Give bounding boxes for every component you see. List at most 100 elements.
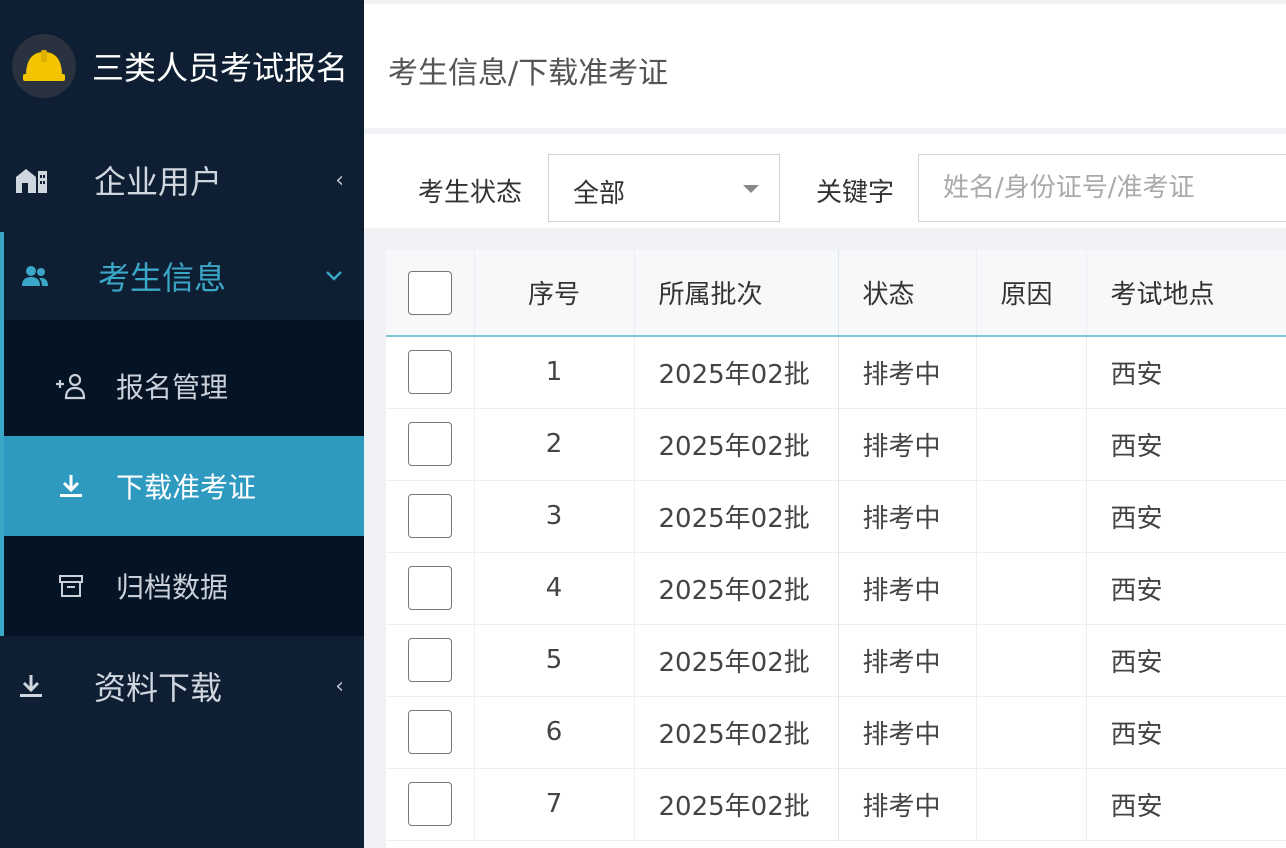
place-cell: 西安	[1085, 336, 1286, 408]
place-cell: 西安	[1085, 408, 1286, 480]
chevron-left-icon: ‹	[335, 167, 344, 193]
page-header: 考生信息/下载准考证	[364, 4, 1286, 128]
app-title: 三类人员考试报名	[92, 49, 349, 87]
header-checkbox-cell	[386, 250, 474, 336]
sidebar-item-label: 资料下载	[94, 669, 223, 707]
batch-cell: 2025年02批	[633, 480, 838, 552]
status-cell: 排考中	[837, 768, 976, 840]
reason-cell	[975, 624, 1086, 696]
checkbox-cell	[386, 408, 474, 480]
download-icon	[54, 469, 88, 503]
submenu-item-registration[interactable]: 报名管理	[4, 336, 364, 436]
users-icon	[18, 259, 52, 293]
caret-down-icon	[743, 185, 759, 193]
status-select[interactable]: 全部	[548, 154, 780, 222]
reason-cell	[975, 480, 1086, 552]
sidebar-item-label: 考生信息	[98, 259, 227, 297]
seq-cell: 6	[473, 696, 634, 768]
brand: 三类人员考试报名	[0, 0, 364, 132]
row-checkbox[interactable]	[407, 710, 452, 754]
submenu-item-download-admission[interactable]: 下载准考证	[4, 436, 364, 536]
keyword-label: 关键字	[816, 178, 895, 208]
table-row[interactable]: 4 2025年02批 排考中 西安	[386, 552, 1286, 624]
reason-cell	[975, 696, 1086, 768]
reason-cell	[975, 552, 1086, 624]
seq-cell: 3	[473, 480, 634, 552]
status-cell: 排考中	[837, 408, 976, 480]
status-cell: 排考中	[837, 336, 976, 408]
submenu-item-label: 归档数据	[116, 571, 229, 604]
table-row[interactable]: 3 2025年02批 排考中 西安	[386, 480, 1286, 552]
batch-cell: 2025年02批	[633, 768, 838, 840]
table-header-row: 序号 所属批次 状态 原因 考试地点	[386, 250, 1286, 336]
sidebar-item-materials-download[interactable]: 资料下载 ‹	[0, 636, 364, 736]
checkbox-cell	[386, 336, 474, 408]
candidate-table: 序号 所属批次 状态 原因 考试地点 1 2025年02批 排考中 西安 2 2…	[386, 250, 1286, 848]
add-user-icon	[54, 369, 88, 403]
seq-cell: 4	[473, 552, 634, 624]
row-checkbox[interactable]	[407, 350, 452, 395]
status-cell: 排考中	[837, 624, 976, 696]
table-row[interactable]: 2 2025年02批 排考中 西安	[386, 408, 1286, 480]
sidebar-item-candidate-info[interactable]: 考生信息	[0, 232, 364, 320]
chevron-left-icon: ‹	[335, 673, 344, 699]
select-all-checkbox[interactable]	[407, 270, 452, 315]
reason-cell	[975, 336, 1086, 408]
building-icon	[14, 163, 48, 197]
submenu-item-archive[interactable]: 归档数据	[4, 536, 364, 636]
seq-cell: 2	[473, 408, 634, 480]
checkbox-cell	[386, 624, 474, 696]
place-cell: 西安	[1085, 696, 1286, 768]
sidebar-item-enterprise-users[interactable]: 企业用户 ‹	[0, 132, 364, 228]
place-cell: 西安	[1085, 624, 1286, 696]
place-cell: 西安	[1085, 480, 1286, 552]
submenu-candidate-info: 报名管理 下载准考证 归档数据	[0, 320, 364, 636]
status-cell: 排考中	[837, 480, 976, 552]
batch-cell: 2025年02批	[633, 696, 838, 768]
sidebar: 三类人员考试报名 企业用户 ‹ 考生信息 报名管理 下载准考证 归档数据 资料下…	[0, 0, 364, 848]
reason-cell	[975, 408, 1086, 480]
checkbox-cell	[386, 480, 474, 552]
column-header[interactable]: 所属批次	[633, 250, 838, 336]
row-checkbox[interactable]	[407, 494, 452, 538]
hard-hat-icon	[12, 34, 76, 98]
row-checkbox[interactable]	[407, 566, 452, 610]
place-cell: 西安	[1085, 552, 1286, 624]
batch-cell: 2025年02批	[633, 624, 838, 696]
place-cell: 西安	[1085, 768, 1286, 840]
checkbox-cell	[386, 768, 474, 840]
table-row[interactable]: 1 2025年02批 排考中 西安	[386, 336, 1286, 408]
chevron-down-icon	[324, 264, 344, 289]
table-row[interactable]: 5 2025年02批 排考中 西安	[386, 624, 1286, 696]
submenu-item-label: 报名管理	[116, 371, 229, 404]
keyword-input[interactable]	[918, 154, 1286, 222]
column-header[interactable]: 考试地点	[1085, 250, 1286, 336]
batch-cell: 2025年02批	[633, 336, 838, 408]
breadcrumb: 考生信息/下载准考证	[388, 56, 669, 91]
sidebar-item-label: 企业用户	[94, 163, 223, 201]
filter-bar: 考生状态 全部 关键字	[364, 134, 1286, 228]
checkbox-cell	[386, 552, 474, 624]
seq-cell: 5	[473, 624, 634, 696]
reason-cell	[975, 768, 1086, 840]
row-checkbox[interactable]	[407, 422, 452, 466]
batch-cell: 2025年02批	[633, 552, 838, 624]
submenu-item-label: 下载准考证	[116, 471, 257, 504]
seq-cell: 7	[473, 768, 634, 840]
table-row[interactable]: 7 2025年02批 排考中 西安	[386, 768, 1286, 840]
archive-icon	[54, 569, 88, 603]
column-header[interactable]: 原因	[975, 250, 1086, 336]
row-checkbox[interactable]	[407, 638, 452, 682]
status-select-value: 全部	[573, 179, 626, 209]
batch-cell: 2025年02批	[633, 408, 838, 480]
column-header[interactable]: 状态	[837, 250, 976, 336]
status-filter-label: 考生状态	[418, 178, 523, 208]
row-checkbox[interactable]	[407, 782, 452, 826]
seq-cell: 1	[473, 336, 634, 408]
status-cell: 排考中	[837, 552, 976, 624]
table-row[interactable]: 6 2025年02批 排考中 西安	[386, 696, 1286, 768]
status-cell: 排考中	[837, 696, 976, 768]
column-header[interactable]: 序号	[473, 250, 634, 336]
download-icon	[14, 669, 48, 703]
checkbox-cell	[386, 696, 474, 768]
